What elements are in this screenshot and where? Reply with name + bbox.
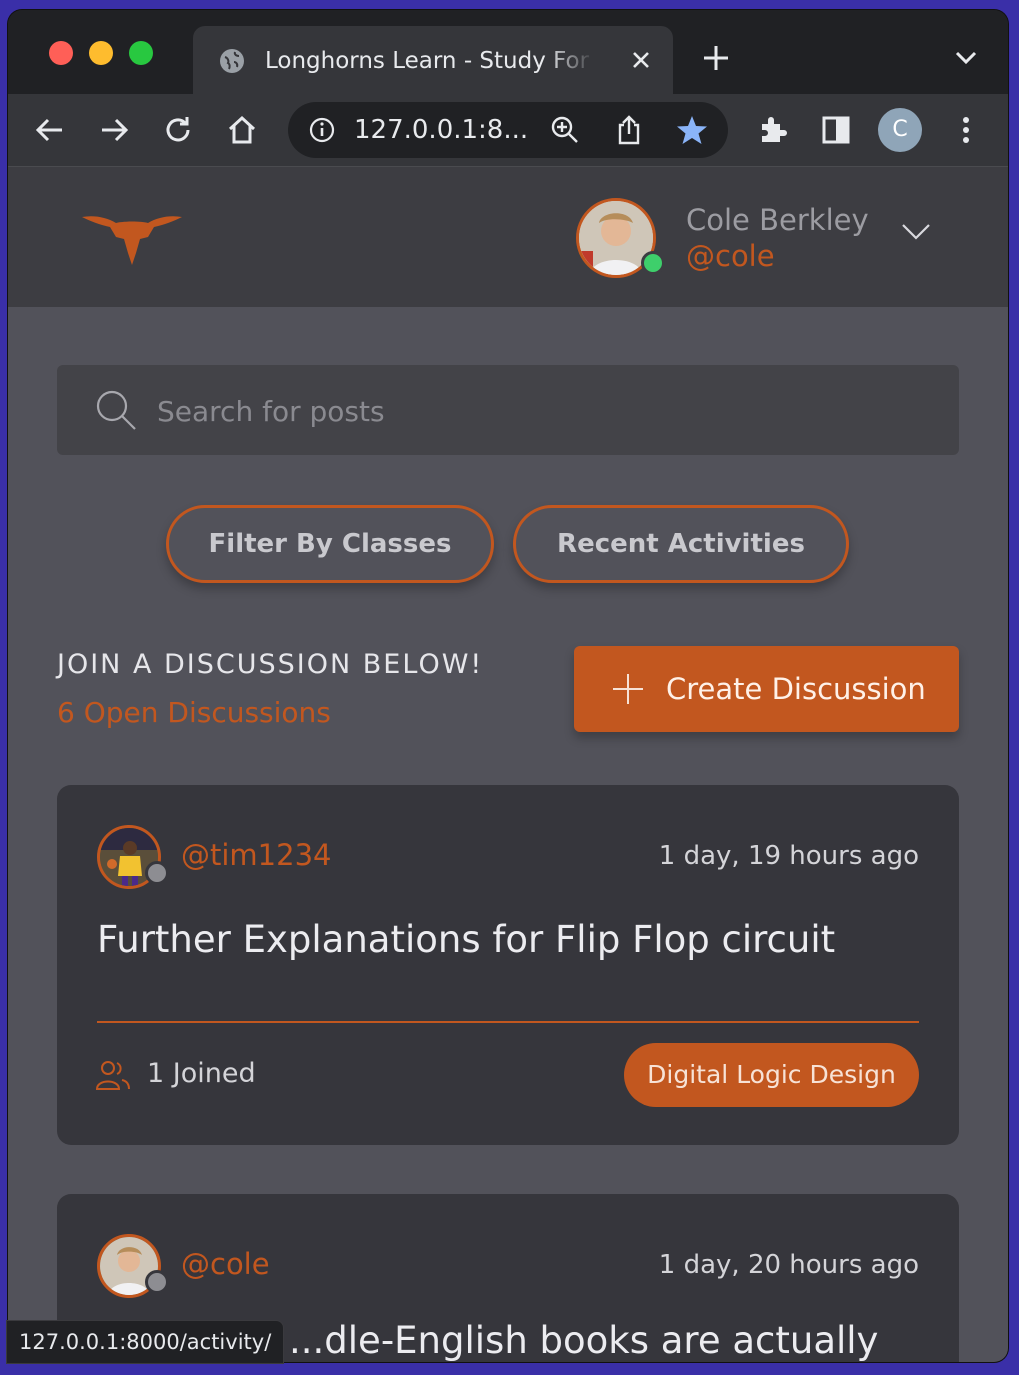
post-timestamp: 1 day, 20 hours ago: [658, 1250, 919, 1280]
offline-status-dot: [145, 861, 169, 885]
bookmark-star-icon[interactable]: [676, 114, 708, 146]
new-tab-icon[interactable]: [700, 42, 732, 74]
create-discussion-label: Create Discussion: [666, 672, 926, 706]
share-icon[interactable]: [614, 114, 644, 146]
open-discussions-count: 6 Open Discussions: [57, 696, 331, 729]
browser-toolbar: 127.0.0.1:8... C: [8, 94, 1008, 167]
chevron-down-icon[interactable]: [900, 221, 932, 243]
user-handle: @cole: [686, 239, 775, 273]
minimize-window-button[interactable]: [89, 41, 113, 65]
author-handle[interactable]: @tim1234: [181, 836, 331, 874]
search-input[interactable]: [155, 385, 919, 437]
offline-status-dot: [145, 1270, 169, 1294]
joined-count: 1 Joined: [147, 1058, 256, 1089]
class-tag[interactable]: Digital Logic Design: [624, 1043, 919, 1107]
people-icon: [95, 1061, 130, 1090]
search-icon: [96, 390, 136, 430]
search-bar: [57, 365, 959, 455]
discussion-title[interactable]: Further Explanations for Flip Flop circu…: [97, 915, 835, 965]
page-content: Cole Berkley @cole Filter By Classes Rec…: [8, 167, 1008, 1362]
profile-avatar[interactable]: C: [878, 108, 922, 152]
side-panel-icon[interactable]: [818, 112, 854, 148]
card-divider: [97, 1021, 919, 1023]
longhorn-logo[interactable]: [80, 209, 184, 267]
tab-title: Longhorns Learn - Study For A: [265, 48, 595, 74]
back-icon[interactable]: [32, 112, 68, 148]
site-header: Cole Berkley @cole: [8, 167, 1008, 307]
address-bar[interactable]: 127.0.0.1:8...: [288, 102, 728, 158]
close-window-button[interactable]: [49, 41, 73, 65]
browser-tab-active[interactable]: Longhorns Learn - Study For A: [193, 26, 673, 94]
user-name: Cole Berkley: [686, 203, 869, 237]
globe-icon: [220, 49, 244, 73]
filter-by-classes-button[interactable]: Filter By Classes: [166, 505, 494, 583]
home-icon[interactable]: [224, 112, 260, 148]
browser-window: Longhorns Learn - Study For A 127.0.0.1:…: [8, 10, 1008, 1362]
forward-icon[interactable]: [96, 112, 132, 148]
site-info-icon[interactable]: [308, 116, 336, 144]
extensions-icon[interactable]: [756, 112, 792, 148]
online-status-dot: [641, 251, 665, 275]
create-discussion-button[interactable]: Create Discussion: [574, 646, 959, 732]
status-bar-url: 127.0.0.1:8000/activity/: [6, 1320, 285, 1364]
post-timestamp: 1 day, 19 hours ago: [658, 841, 919, 871]
close-tab-icon[interactable]: [629, 48, 653, 72]
zoom-icon[interactable]: [550, 115, 580, 145]
reload-icon[interactable]: [160, 112, 196, 148]
url-text[interactable]: 127.0.0.1:8...: [354, 113, 528, 147]
tab-bar: Longhorns Learn - Study For A: [8, 10, 1008, 94]
more-menu-icon[interactable]: [948, 112, 984, 148]
author-handle[interactable]: @cole: [181, 1245, 270, 1283]
recent-activities-button[interactable]: Recent Activities: [513, 505, 849, 583]
discussion-card[interactable]: @tim1234 1 day, 19 hours ago Further Exp…: [57, 785, 959, 1145]
discussion-title[interactable]: ...dle-English books are actually: [289, 1316, 878, 1362]
plus-icon: [613, 674, 643, 704]
maximize-window-button[interactable]: [129, 41, 153, 65]
discussion-heading: JOIN A DISCUSSION BELOW!: [57, 649, 484, 680]
chevron-down-icon[interactable]: [952, 48, 980, 68]
